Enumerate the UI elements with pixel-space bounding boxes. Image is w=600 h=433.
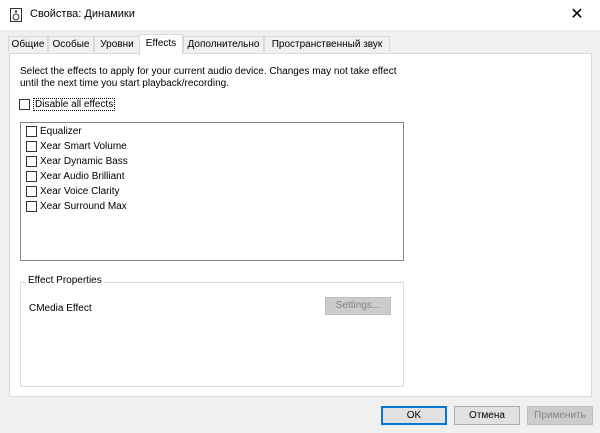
effect-checkbox[interactable]	[26, 171, 37, 182]
effects-list[interactable]: Equalizer Xear Smart Volume Xear Dynamic…	[20, 122, 404, 261]
list-item-surround-max[interactable]: Xear Surround Max	[26, 201, 127, 215]
close-icon: ✕	[570, 6, 584, 23]
disable-all-checkbox[interactable]	[19, 99, 30, 110]
effect-name: CMedia Effect	[29, 303, 92, 314]
effects-description: Select the effects to apply for your cur…	[20, 66, 420, 90]
effect-checkbox[interactable]	[26, 126, 37, 137]
close-button[interactable]: ✕	[554, 0, 600, 30]
effect-label: Xear Surround Max	[40, 201, 127, 212]
tab-advanced[interactable]: Дополнительно	[183, 36, 264, 52]
disable-all-label[interactable]: Disable all effects	[33, 98, 116, 111]
effect-label: Xear Voice Clarity	[40, 186, 120, 197]
tab-special[interactable]: Особые	[48, 36, 94, 52]
ok-button[interactable]: OK	[381, 406, 447, 425]
effects-tab-panel: Select the effects to apply for your cur…	[9, 53, 592, 397]
effect-label: Xear Audio Brilliant	[40, 171, 125, 182]
settings-button[interactable]: Settings...	[325, 297, 391, 315]
tab-effects[interactable]: Effects	[139, 34, 183, 55]
effect-checkbox[interactable]	[26, 201, 37, 212]
window-title: Свойства: Динамики	[30, 8, 135, 20]
sound-properties-window: Свойства: Динамики ✕ Общие Особые Уровни…	[0, 0, 600, 433]
speaker-icon	[10, 8, 22, 22]
effect-checkbox[interactable]	[26, 156, 37, 167]
cancel-button[interactable]: Отмена	[454, 406, 520, 425]
description-line-1: Select the effects to apply for your cur…	[20, 66, 397, 77]
effect-label: Xear Smart Volume	[40, 141, 127, 152]
effect-checkbox[interactable]	[26, 186, 37, 197]
effect-properties-group: Effect Properties CMedia Effect Settings…	[20, 275, 404, 387]
effect-checkbox[interactable]	[26, 141, 37, 152]
effect-label: Equalizer	[40, 126, 82, 137]
list-item-audio-brilliant[interactable]: Xear Audio Brilliant	[26, 171, 125, 185]
list-item-equalizer[interactable]: Equalizer	[26, 126, 82, 140]
disable-all-effects[interactable]: Disable all effects	[19, 98, 116, 111]
description-line-2: until the next time you start playback/r…	[20, 78, 229, 89]
title-bar: Свойства: Динамики ✕	[0, 0, 600, 30]
apply-button[interactable]: Применить	[527, 406, 593, 425]
list-item-dynamic-bass[interactable]: Xear Dynamic Bass	[26, 156, 128, 170]
list-item-smart-volume[interactable]: Xear Smart Volume	[26, 141, 127, 155]
tab-general[interactable]: Общие	[8, 36, 48, 52]
effect-label: Xear Dynamic Bass	[40, 156, 128, 167]
tab-levels[interactable]: Уровни	[94, 36, 140, 52]
effect-properties-legend: Effect Properties	[26, 275, 104, 286]
tab-spatial-sound[interactable]: Пространственный звук	[264, 36, 390, 52]
list-item-voice-clarity[interactable]: Xear Voice Clarity	[26, 186, 119, 200]
